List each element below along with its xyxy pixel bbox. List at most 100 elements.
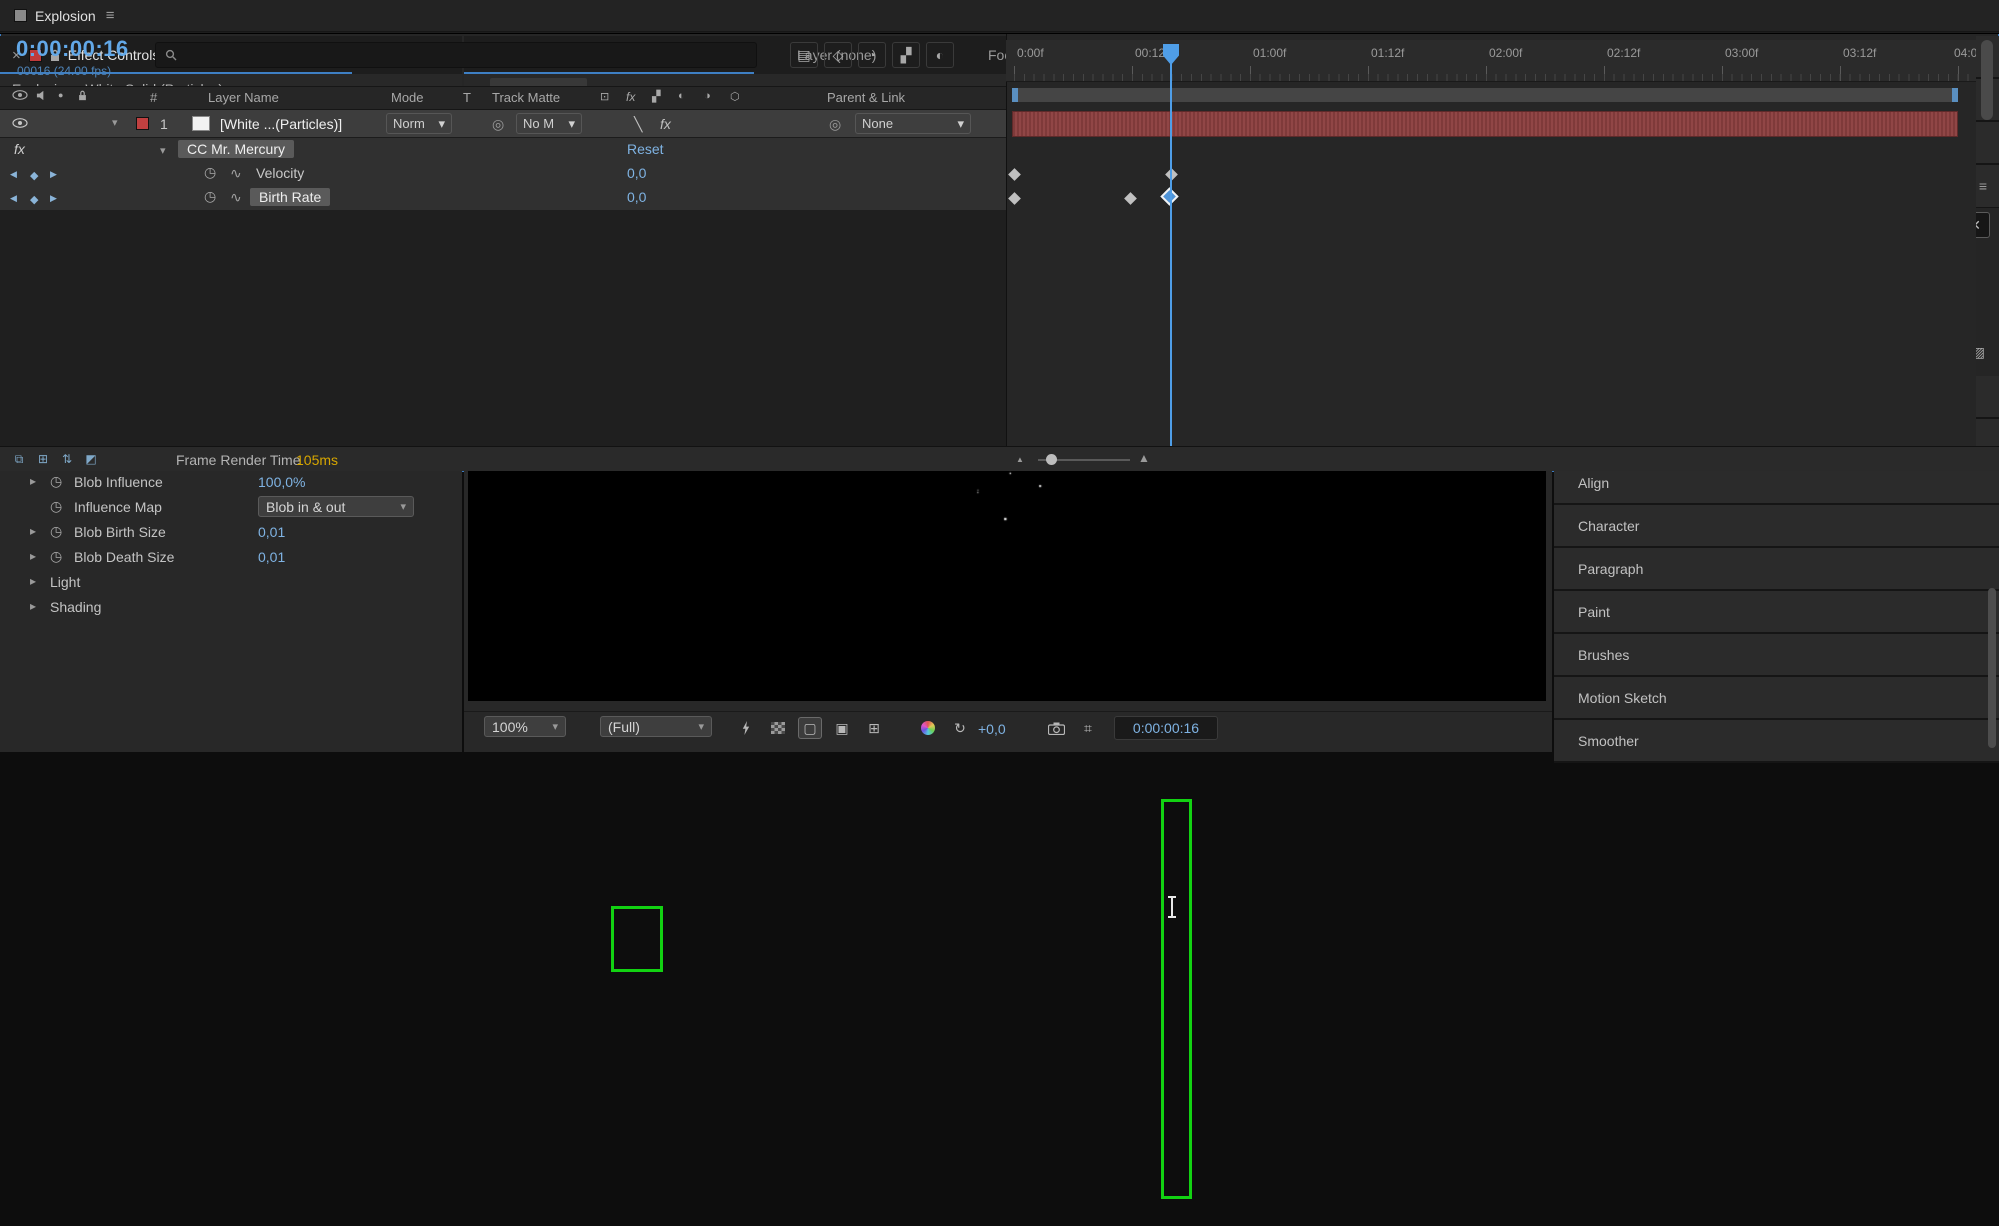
show-snapshot-icon[interactable]: ⌗ bbox=[1076, 717, 1100, 739]
layer-duration-bar[interactable] bbox=[1012, 111, 1958, 137]
effect-expander-icon[interactable]: ▾ bbox=[160, 144, 166, 157]
layer-row[interactable]: ▾ 1 [White ...(Particles)] Norm▾ ◎ No M▾… bbox=[0, 110, 1006, 138]
property-value[interactable]: 100,0% bbox=[258, 474, 305, 490]
birth-rate-property-row[interactable]: ◀ ◆ ▶ ◷ ∿ Birth Rate 0,0 bbox=[0, 186, 1006, 210]
audio-column-icon[interactable] bbox=[36, 90, 47, 101]
timeline-zoom-slider-handle[interactable] bbox=[1046, 454, 1057, 465]
parent-pickwhip-icon[interactable]: ◎ bbox=[829, 116, 841, 133]
panel-header-smoother[interactable]: Smoother bbox=[1554, 720, 1999, 763]
timeline-search-input[interactable] bbox=[184, 48, 747, 63]
property-row-blob-birth-size[interactable]: ▸◷ Blob Birth Size 0,01 bbox=[0, 520, 462, 545]
expander-icon[interactable]: ▸ bbox=[30, 474, 36, 488]
property-value[interactable]: 0,0 bbox=[627, 165, 646, 181]
property-row-blob-death-size[interactable]: ▸◷ Blob Death Size 0,01 bbox=[0, 545, 462, 570]
stopwatch-icon[interactable]: ◷ bbox=[50, 523, 62, 540]
3d-layer-column-icon[interactable]: ⬡ bbox=[730, 90, 740, 103]
layer-switches-toggle-icon[interactable]: ⧉ bbox=[10, 451, 28, 467]
timeline-comp-tab[interactable]: Explosion bbox=[35, 8, 96, 24]
track-matte-pickwhip-icon[interactable]: ◎ bbox=[492, 116, 504, 133]
add-keyframe-icon[interactable]: ◆ bbox=[30, 169, 38, 182]
channel-color-icon[interactable] bbox=[916, 717, 940, 739]
current-timecode[interactable]: 0:00:00:16 bbox=[16, 36, 129, 62]
in-out-toggle-icon[interactable]: ⇅ bbox=[58, 451, 76, 467]
velocity-property-row[interactable]: ◀ ◆ ▶ ◷ ∿ Velocity 0,0 bbox=[0, 162, 1006, 186]
next-keyframe-icon[interactable]: ▶ bbox=[50, 169, 57, 180]
draft-3d-icon[interactable]: ◇ bbox=[824, 42, 852, 68]
expander-icon[interactable]: ▸ bbox=[30, 524, 36, 538]
region-of-interest-icon[interactable]: ▣ bbox=[830, 717, 854, 739]
magnification-dropdown[interactable]: 100%▾ bbox=[484, 716, 566, 737]
timeline-reset-button[interactable]: Reset bbox=[627, 141, 664, 157]
layer-color-swatch[interactable] bbox=[136, 117, 149, 130]
transparency-grid-icon[interactable] bbox=[766, 717, 790, 739]
fx-switch-icon[interactable]: fx bbox=[660, 116, 671, 132]
timeline-effect-name[interactable]: CC Mr. Mercury bbox=[178, 140, 294, 158]
time-ruler[interactable]: 0:00f 00:12f 01:00f 01:12f 02:00f 02:12f… bbox=[1006, 40, 1976, 82]
previous-keyframe-icon[interactable]: ◀ bbox=[10, 193, 17, 204]
property-value[interactable]: 0,01 bbox=[258, 524, 285, 540]
expander-icon[interactable]: ▸ bbox=[30, 574, 36, 588]
previous-keyframe-icon[interactable]: ◀ bbox=[10, 169, 17, 180]
property-value[interactable]: 0,0 bbox=[627, 189, 646, 205]
panel-header-paint[interactable]: Paint bbox=[1554, 591, 1999, 634]
expander-icon[interactable]: ▸ bbox=[30, 549, 36, 563]
col-t[interactable]: T bbox=[463, 90, 471, 105]
lock-column-icon[interactable] bbox=[78, 90, 87, 101]
render-time-toggle-icon[interactable]: ◩ bbox=[82, 451, 100, 467]
blend-mode-dropdown[interactable]: Norm▾ bbox=[386, 113, 452, 134]
stopwatch-icon[interactable]: ◷ bbox=[50, 548, 62, 565]
graph-editor-icon[interactable]: ∿ bbox=[230, 165, 242, 182]
transfer-controls-toggle-icon[interactable]: ⊞ bbox=[34, 451, 52, 467]
motion-blur-icon[interactable]: ◐ bbox=[926, 42, 954, 68]
property-row-blob-influence[interactable]: ▸◷ Blob Influence 100,0% bbox=[0, 470, 462, 495]
work-area-end-handle[interactable] bbox=[1952, 88, 1958, 102]
layer-visibility-icon[interactable] bbox=[12, 118, 28, 128]
col-parent-link[interactable]: Parent & Link bbox=[827, 90, 905, 105]
panel-menu-icon[interactable]: ≡ bbox=[106, 7, 115, 24]
expander-icon[interactable]: ▸ bbox=[30, 599, 36, 613]
property-name[interactable]: Velocity bbox=[256, 165, 304, 181]
col-track-matte[interactable]: Track Matte bbox=[492, 90, 560, 105]
next-keyframe-icon[interactable]: ▶ bbox=[50, 193, 57, 204]
motion-blur-column-icon[interactable]: ◐ bbox=[678, 90, 685, 102]
col-layer-name[interactable]: Layer Name bbox=[208, 90, 279, 105]
work-area-start-handle[interactable] bbox=[1012, 88, 1018, 102]
layer-name[interactable]: [White ...(Particles)] bbox=[220, 116, 342, 132]
property-row-influence-map[interactable]: ◷ Influence Map Blob in & out▾ bbox=[0, 495, 462, 520]
snapshot-camera-icon[interactable] bbox=[1044, 717, 1068, 739]
panel-menu-icon[interactable]: ≡ bbox=[1979, 178, 1987, 194]
property-value[interactable]: 0,01 bbox=[258, 549, 285, 565]
group-row-light[interactable]: ▸ Light bbox=[0, 570, 462, 595]
frame-blend-column-icon[interactable]: ▞ bbox=[652, 90, 660, 103]
layer-expander-icon[interactable]: ▾ bbox=[112, 116, 118, 129]
dock-scrollbar[interactable] bbox=[1988, 588, 1996, 748]
solo-column-icon[interactable]: ● bbox=[58, 90, 63, 100]
track-matte-dropdown[interactable]: No M▾ bbox=[516, 113, 582, 134]
quality-switch-icon[interactable]: ╲ bbox=[634, 116, 642, 133]
parent-dropdown[interactable]: None▾ bbox=[855, 113, 971, 134]
visibility-column-icon[interactable] bbox=[12, 90, 28, 100]
panel-header-character[interactable]: Character bbox=[1554, 505, 1999, 548]
panel-header-paragraph[interactable]: Paragraph bbox=[1554, 548, 1999, 591]
reset-exposure-icon[interactable]: ↻ bbox=[948, 717, 972, 739]
viewer-timecode-box[interactable]: 0:00:00:16 bbox=[1114, 716, 1218, 740]
timeline-search-field[interactable] bbox=[155, 42, 757, 68]
work-area-bar[interactable] bbox=[1012, 88, 1958, 102]
group-row-shading[interactable]: ▸ Shading bbox=[0, 595, 462, 620]
timeline-scrollbar[interactable] bbox=[1981, 40, 1993, 120]
composition-mini-flowchart-icon[interactable]: ▤ bbox=[790, 42, 818, 68]
stopwatch-icon[interactable]: ◷ bbox=[50, 498, 62, 515]
panel-header-motion-sketch[interactable]: Motion Sketch bbox=[1554, 677, 1999, 720]
influence-map-dropdown[interactable]: Blob in & out▾ bbox=[258, 496, 414, 517]
mask-visibility-icon[interactable]: ▢ bbox=[798, 717, 822, 739]
add-keyframe-icon[interactable]: ◆ bbox=[30, 193, 38, 206]
fast-previews-icon[interactable] bbox=[734, 717, 758, 739]
graph-editor-icon[interactable]: ∿ bbox=[230, 189, 242, 206]
adjustment-layer-column-icon[interactable]: ◑ bbox=[704, 90, 711, 102]
grid-guides-icon[interactable]: ⊞ bbox=[862, 717, 886, 739]
stopwatch-icon[interactable]: ◷ bbox=[50, 473, 62, 490]
effects-column-icon[interactable]: fx bbox=[626, 90, 635, 104]
frame-blending-icon[interactable]: ▞ bbox=[892, 42, 920, 68]
zoom-in-mountain-icon[interactable]: ▲ bbox=[1138, 451, 1150, 465]
stopwatch-icon[interactable]: ◷ bbox=[204, 188, 216, 205]
